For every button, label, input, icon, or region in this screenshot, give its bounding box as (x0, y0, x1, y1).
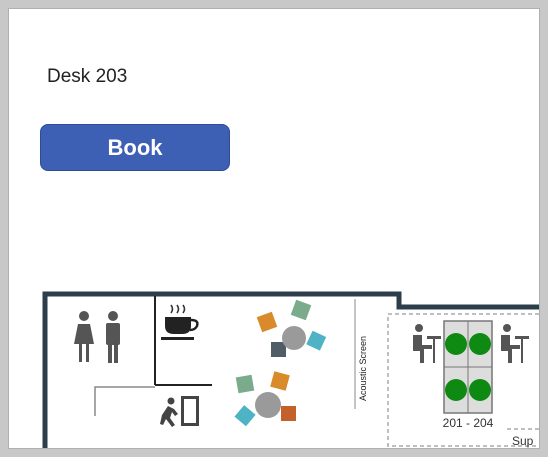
desk-title: Desk 203 (47, 66, 128, 87)
restroom-icon (74, 311, 120, 363)
app-window: Desk 203 Book Acoustic Screen 201 - 204 … (8, 8, 540, 449)
floor-plan[interactable]: Acoustic Screen 201 - 204 Sup (9, 279, 540, 449)
desk-203[interactable] (445, 379, 467, 401)
desk-202[interactable] (469, 333, 491, 355)
exit-corridor-line (94, 386, 155, 416)
acoustic-screen-label: Acoustic Screen (358, 336, 368, 401)
desk-204[interactable] (469, 379, 491, 401)
meeting-table-2[interactable] (234, 371, 296, 427)
meeting-table-1[interactable] (256, 299, 327, 357)
book-button[interactable]: Book (40, 124, 230, 171)
support-zone-label: Sup (512, 434, 534, 448)
person-at-desk-icon (501, 324, 529, 363)
desk-201[interactable] (445, 333, 467, 355)
person-at-desk-icon (413, 324, 441, 363)
coffee-cup-icon (161, 304, 199, 340)
acoustic-screen: Acoustic Screen (354, 299, 368, 409)
emergency-exit-icon (160, 396, 199, 427)
desk-group-label: 201 - 204 (443, 416, 494, 430)
